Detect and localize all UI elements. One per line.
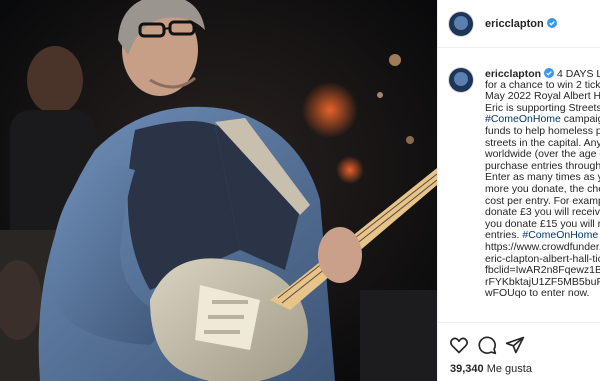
verified-badge-icon: [544, 68, 555, 78]
caption-avatar[interactable]: [449, 68, 473, 92]
post-actions: 39,340 Me gusta: [438, 322, 600, 381]
guitarist-photo: [0, 0, 437, 381]
caption-line: ericclapton 4 DAYS LEF: [485, 68, 600, 80]
share-icon[interactable]: [505, 335, 525, 355]
caption-line: donate £3 you will receive: [485, 206, 600, 219]
caption-link[interactable]: fbclid=IwAR2n8Fqewz1BH: [485, 264, 600, 277]
post-header: ericclapton: [438, 0, 600, 48]
post-photo[interactable]: [0, 0, 437, 381]
caption-line: funds to help homeless pe: [485, 124, 600, 137]
verified-badge-icon: [546, 18, 557, 28]
hashtag-link[interactable]: #ComeOnHome: [485, 113, 561, 126]
caption-line: more you donate, the che: [485, 182, 600, 195]
avatar[interactable]: [449, 12, 473, 36]
post-sidebar: ericclapton ericclapton 4 DAYS LEF for a…: [437, 0, 600, 381]
post-caption: ericclapton 4 DAYS LEF for a chance to w…: [485, 68, 600, 300]
comment-icon[interactable]: [477, 335, 497, 355]
caption-line: wFOUqo to enter now.: [485, 287, 590, 300]
hashtag-link[interactable]: #ComeOnHome: [522, 229, 598, 242]
likes-count[interactable]: 39,340 Me gusta: [450, 363, 532, 375]
caption-line: worldwide (over the age o: [485, 148, 600, 161]
caption-link[interactable]: https://www.crowdfunder.: [485, 241, 600, 254]
heart-icon[interactable]: [449, 335, 469, 355]
header-username[interactable]: ericclapton: [485, 18, 557, 30]
